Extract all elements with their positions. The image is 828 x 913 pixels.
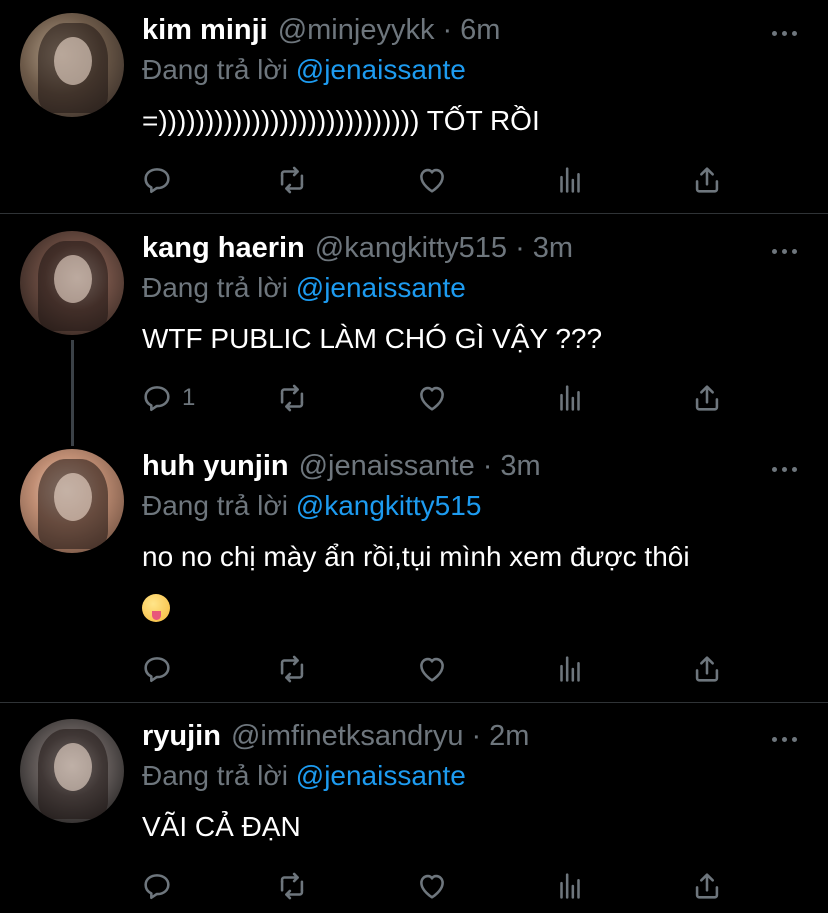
author-handle[interactable]: @minjeyykk (278, 14, 435, 47)
author-handle[interactable]: @kangkitty515 (315, 232, 507, 265)
author-name[interactable]: kim minji (142, 14, 268, 47)
analytics-button[interactable] (553, 868, 587, 904)
reply-context: Đang trả lời @jenaissante (142, 272, 466, 304)
retweet-icon (275, 163, 309, 197)
share-button[interactable] (690, 162, 724, 198)
like-button[interactable] (415, 380, 449, 416)
like-button[interactable] (415, 651, 449, 687)
reply-button[interactable] (140, 162, 182, 198)
share-icon (690, 381, 724, 415)
analytics-icon (553, 163, 587, 197)
share-button[interactable] (690, 651, 724, 687)
thread-line (71, 340, 74, 446)
reply-icon (140, 869, 174, 903)
reply-context: Đang trả lời @jenaissante (142, 54, 466, 86)
author-handle[interactable]: @imfinetksandryu (231, 720, 464, 753)
separator-dot: · (442, 14, 453, 46)
like-icon (415, 381, 449, 415)
reply-button[interactable] (140, 868, 182, 904)
reply-prefix: Đang trả lời (142, 490, 288, 521)
like-button[interactable] (415, 162, 449, 198)
more-icon[interactable] (772, 734, 800, 746)
timestamp[interactable]: 2m (489, 720, 529, 753)
retweet-icon (275, 869, 309, 903)
tweet-text: =)))))))))))))))))))))))))))) TỐT RỒI (142, 105, 540, 136)
reply-button[interactable]: 1 (140, 380, 195, 416)
avatar-face (54, 743, 92, 791)
tweet-text: no no chị mày ẩn rồi,tụi mình xem được t… (142, 541, 690, 572)
like-icon (415, 652, 449, 686)
reply-mention-link[interactable]: @jenaissante (296, 54, 466, 85)
analytics-icon (553, 381, 587, 415)
share-icon (690, 163, 724, 197)
divider (0, 213, 828, 214)
reply-count: 1 (182, 384, 196, 411)
share-button[interactable] (690, 380, 724, 416)
tweet-text: WTF PUBLIC LÀM CHÓ GÌ VẬY ??? (142, 323, 603, 354)
reply-mention-link[interactable]: @kangkitty515 (296, 490, 482, 521)
avatar[interactable] (20, 719, 124, 823)
timestamp[interactable]: 3m (500, 450, 540, 483)
more-icon[interactable] (772, 464, 800, 476)
reply-context: Đang trả lời @jenaissante (142, 760, 466, 792)
analytics-icon (553, 652, 587, 686)
more-icon[interactable] (772, 246, 800, 258)
reply-icon (140, 652, 174, 686)
retweet-icon (275, 381, 309, 415)
reply-mention-link[interactable]: @jenaissante (296, 272, 466, 303)
timestamp[interactable]: 3m (533, 232, 573, 265)
avatar-face (54, 255, 92, 303)
reply-icon (140, 381, 174, 415)
retweet-button[interactable] (275, 868, 309, 904)
avatar-face (54, 473, 92, 521)
separator-dot: · (482, 450, 493, 482)
retweet-button[interactable] (275, 162, 309, 198)
analytics-button[interactable] (553, 162, 587, 198)
avatar[interactable] (20, 231, 124, 335)
analytics-icon (553, 869, 587, 903)
tweet-actions (140, 868, 730, 904)
squinting-tongue-emoji (142, 593, 170, 622)
share-icon (690, 652, 724, 686)
reply-button[interactable] (140, 651, 182, 687)
reply-prefix: Đang trả lời (142, 760, 288, 791)
share-button[interactable] (690, 868, 724, 904)
like-icon (415, 163, 449, 197)
more-icon[interactable] (772, 28, 800, 40)
timestamp[interactable]: 6m (460, 14, 500, 47)
reply-context: Đang trả lời @kangkitty515 (142, 490, 481, 522)
tweet-header: kim minji @minjeyykk · 6m (142, 14, 500, 54)
like-icon (415, 869, 449, 903)
tweet-header: kang haerin @kangkitty515 · 3m (142, 232, 573, 272)
tweet-emoji-line (142, 582, 170, 630)
analytics-button[interactable] (553, 651, 587, 687)
avatar-face (54, 37, 92, 85)
author-name[interactable]: ryujin (142, 720, 221, 753)
reply-icon (140, 163, 174, 197)
divider (0, 702, 828, 703)
tweet-actions: 1 (140, 380, 730, 416)
tweet-actions (140, 651, 730, 687)
reply-mention-link[interactable]: @jenaissante (296, 760, 466, 791)
share-icon (690, 869, 724, 903)
retweet-icon (275, 652, 309, 686)
author-name[interactable]: kang haerin (142, 232, 305, 265)
like-button[interactable] (415, 868, 449, 904)
retweet-button[interactable] (275, 380, 309, 416)
avatar[interactable] (20, 13, 124, 117)
analytics-button[interactable] (553, 380, 587, 416)
avatar[interactable] (20, 449, 124, 553)
tweet-actions (140, 162, 730, 198)
tweet-header: ryujin @imfinetksandryu · 2m (142, 720, 529, 760)
retweet-button[interactable] (275, 651, 309, 687)
tweet-text: VÃI CẢ ĐẠN (142, 811, 301, 842)
reply-prefix: Đang trả lời (142, 272, 288, 303)
tweet-header: huh yunjin @jenaissante · 3m (142, 450, 541, 490)
separator-dot: · (515, 232, 525, 264)
author-handle[interactable]: @jenaissante (299, 450, 475, 483)
separator-dot: · (471, 720, 482, 752)
reply-prefix: Đang trả lời (142, 54, 288, 85)
author-name[interactable]: huh yunjin (142, 450, 289, 483)
